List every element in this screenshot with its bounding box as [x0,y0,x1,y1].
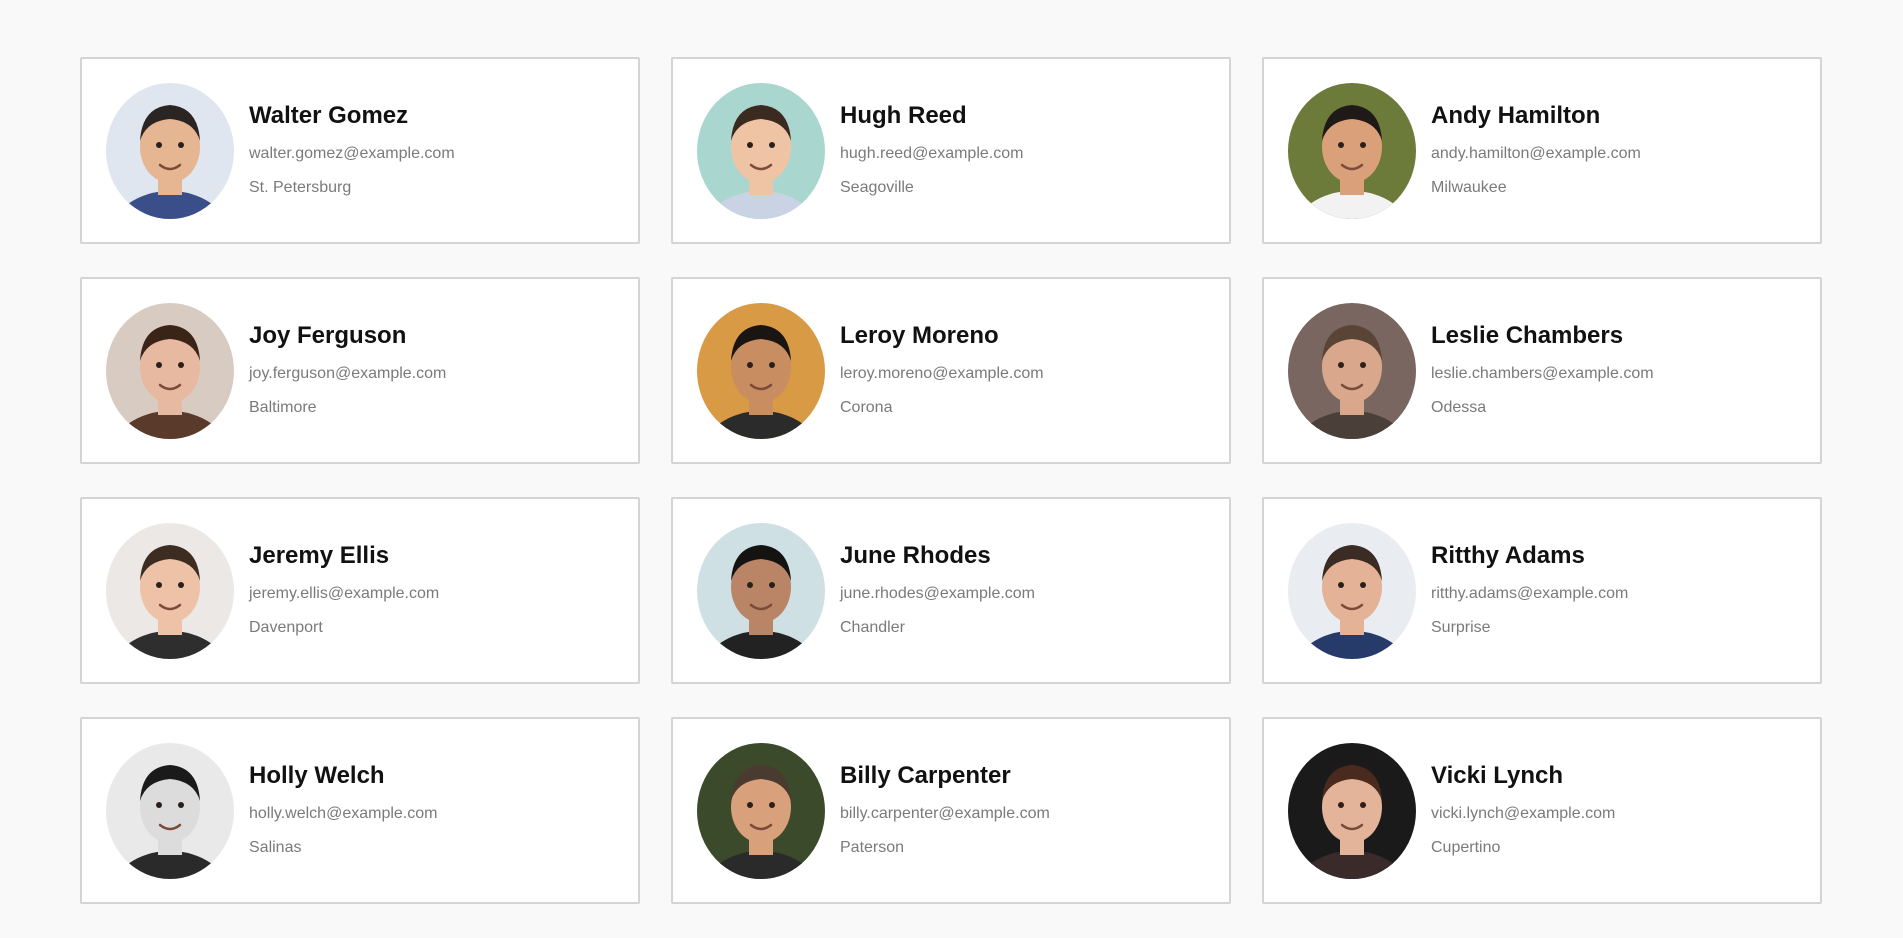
person-info: Hugh Reed hugh.reed@example.com Seagoville [840,102,1023,198]
avatar [106,303,234,439]
person-card[interactable]: Ritthy Adams ritthy.adams@example.com Surp… [1262,497,1822,684]
person-info: Jeremy Ellis jeremy.ellis@example.com Dave… [249,542,439,638]
person-city: Paterson [840,839,905,856]
person-email: vicki.lynch@example.com [1431,805,1616,822]
person-city: Chandler [840,619,905,636]
avatar [106,83,234,219]
avatar [697,743,825,879]
person-info: Leslie Chambers leslie.chambers@example.c… [1431,322,1654,418]
person-email: leslie.chambers@example.com [1431,365,1654,382]
person-city: Seagoville [840,179,914,196]
avatar [697,83,825,219]
person-email: hugh.reed@example.com [840,145,1024,162]
person-info: Walter Gomez walter.gomez@example.com St. … [249,102,455,198]
person-card[interactable]: Hugh Reed hugh.reed@example.com Seagoville [671,57,1231,244]
avatar [106,743,234,879]
person-card[interactable]: Billy Carpenter billy.carpenter@example.c… [671,717,1231,904]
person-city: Davenport [249,619,323,636]
person-email: billy.carpenter@example.com [840,805,1050,822]
person-card[interactable]: Andy Hamilton andy.hamilton@example.com Mi… [1262,57,1822,244]
person-email: joy.ferguson@example.com [249,365,447,382]
person-name: Leslie Chambers [1431,322,1624,349]
person-name: Vicki Lynch [1431,762,1564,789]
person-email: holly.welch@example.com [249,805,438,822]
person-name: Jeremy Ellis [249,542,390,569]
person-info: Vicki Lynch vicki.lynch@example.com Cupert… [1431,762,1615,858]
person-name: Andy Hamilton [1431,102,1601,129]
person-name: Hugh Reed [840,102,967,129]
avatar [106,523,234,659]
person-name: Holly Welch [249,762,385,789]
person-email: andy.hamilton@example.com [1431,145,1641,162]
person-info: Ritthy Adams ritthy.adams@example.com Surp… [1431,542,1628,638]
person-info: Andy Hamilton andy.hamilton@example.com Mi… [1431,102,1641,198]
person-name: June Rhodes [840,542,991,569]
person-email: june.rhodes@example.com [840,585,1036,602]
person-email: ritthy.adams@example.com [1431,585,1629,602]
avatar [697,303,825,439]
person-card[interactable]: Leroy Moreno leroy.moreno@example.com Coro… [671,277,1231,464]
person-card[interactable]: Holly Welch holly.welch@example.com Salina… [80,717,640,904]
person-city: Milwaukee [1431,179,1507,196]
person-card[interactable]: Joy Ferguson joy.ferguson@example.com Balt… [80,277,640,464]
people-card-grid: Walter Gomez walter.gomez@example.com St. … [80,57,1822,904]
avatar [1288,743,1416,879]
person-card[interactable]: Leslie Chambers leslie.chambers@example.c… [1262,277,1822,464]
person-city: St. Petersburg [249,179,352,196]
person-name: Billy Carpenter [840,762,1011,789]
person-card[interactable]: June Rhodes june.rhodes@example.com Chandl… [671,497,1231,684]
person-city: Cupertino [1431,839,1501,856]
person-info: Billy Carpenter billy.carpenter@example.c… [840,762,1050,858]
avatar [1288,523,1416,659]
person-name: Walter Gomez [249,102,409,129]
person-city: Corona [840,399,893,416]
person-card[interactable]: Vicki Lynch vicki.lynch@example.com Cupert… [1262,717,1822,904]
person-city: Baltimore [249,399,317,416]
person-info: Holly Welch holly.welch@example.com Salina… [249,762,437,858]
person-city: Surprise [1431,619,1491,636]
person-city: Odessa [1431,399,1487,416]
person-info: Leroy Moreno leroy.moreno@example.com Coro… [840,322,1044,418]
person-card[interactable]: Jeremy Ellis jeremy.ellis@example.com Dave… [80,497,640,684]
person-card[interactable]: Walter Gomez walter.gomez@example.com St. … [80,57,640,244]
avatar [1288,83,1416,219]
person-name: Leroy Moreno [840,322,999,349]
person-email: leroy.moreno@example.com [840,365,1044,382]
person-email: jeremy.ellis@example.com [249,585,440,602]
avatar [1288,303,1416,439]
person-city: Salinas [249,839,302,856]
person-info: June Rhodes june.rhodes@example.com Chandl… [840,542,1035,638]
person-name: Ritthy Adams [1431,542,1585,569]
avatar [697,523,825,659]
person-email: walter.gomez@example.com [249,145,455,162]
person-info: Joy Ferguson joy.ferguson@example.com Balt… [249,322,446,418]
person-name: Joy Ferguson [249,322,407,349]
